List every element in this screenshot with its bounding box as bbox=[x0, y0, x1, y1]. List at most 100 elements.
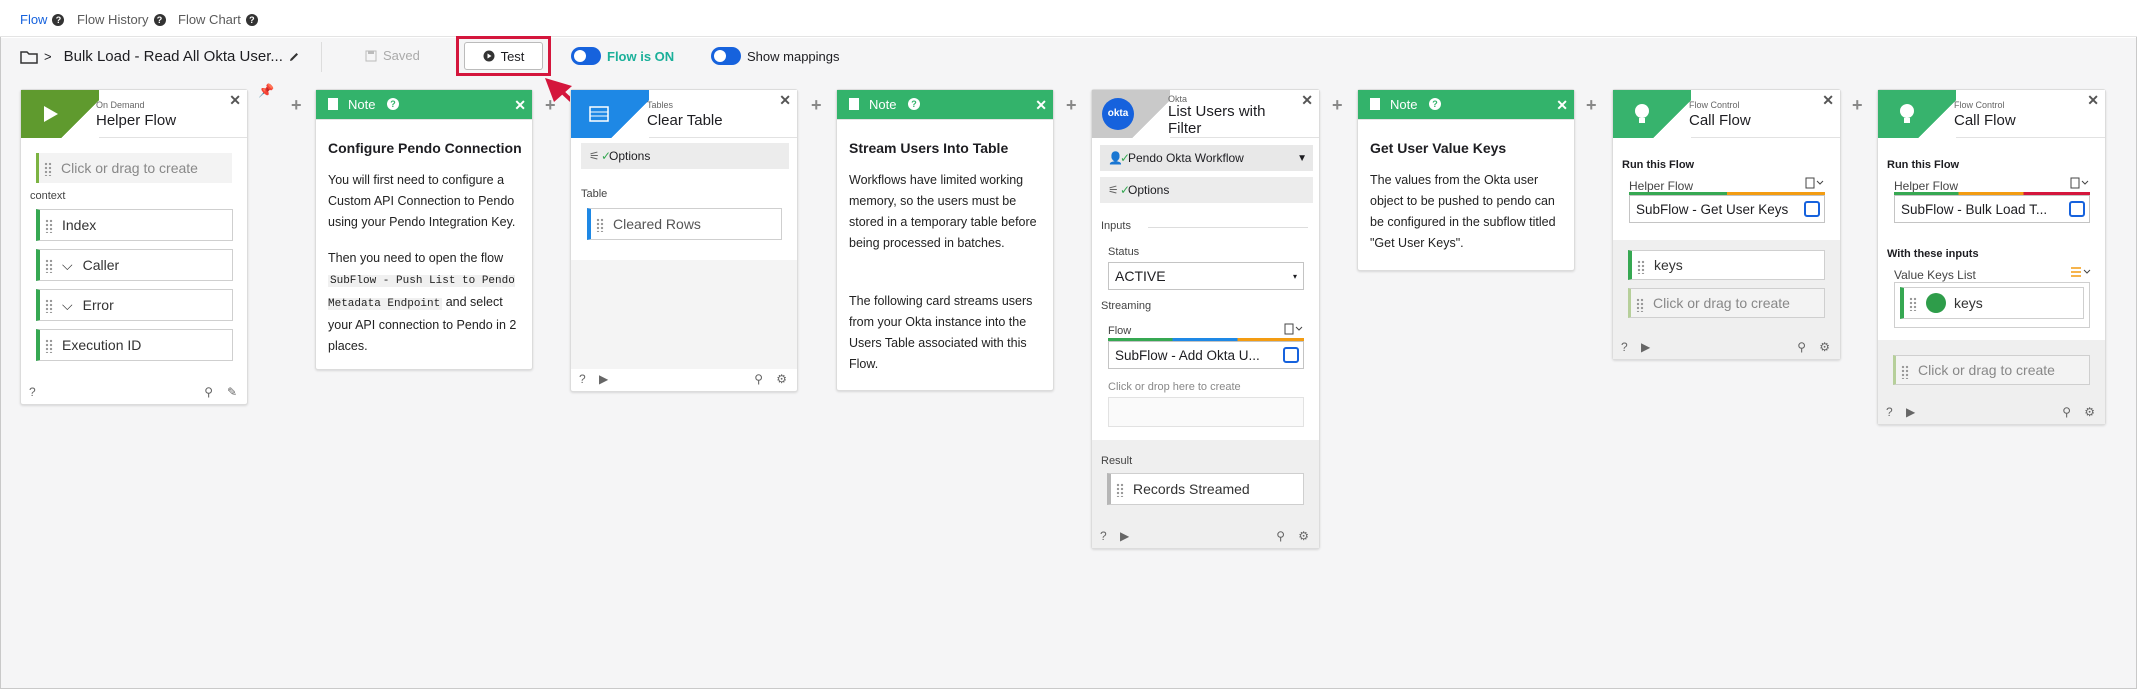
field-records-streamed[interactable]: Records Streamed bbox=[1107, 473, 1304, 505]
flow-select[interactable]: SubFlow - Add Okta U... bbox=[1108, 341, 1304, 369]
close-icon[interactable]: ✕ bbox=[1035, 97, 1047, 114]
add-card-icon[interactable]: + bbox=[545, 95, 556, 116]
helper-flow-select[interactable]: SubFlow - Get User Keys bbox=[1629, 195, 1825, 223]
tab-flow-history[interactable]: Flow History? bbox=[77, 12, 166, 27]
help-icon[interactable]: ? bbox=[908, 98, 920, 110]
connection-row[interactable]: 👤 ✓ Pendo Okta Workflow ▼ bbox=[1100, 145, 1313, 171]
helper-flow-card[interactable]: On Demand Helper Flow ✕ Click or drag to… bbox=[20, 89, 248, 405]
gear-icon[interactable]: ⚙ bbox=[1298, 529, 1309, 543]
okta-list-users-card[interactable]: okta Okta List Users with Filter ✕ 👤 ✓ Pen… bbox=[1091, 89, 1320, 549]
drag-handle-icon[interactable] bbox=[1637, 260, 1645, 274]
drag-handle-icon[interactable] bbox=[45, 339, 53, 353]
play-icon[interactable]: ▶ bbox=[1120, 529, 1129, 543]
status-select[interactable]: ACTIVE ▾ bbox=[1108, 262, 1304, 290]
drop-zone[interactable] bbox=[1108, 397, 1304, 427]
field-index[interactable]: Index bbox=[36, 209, 233, 241]
drag-handle-icon[interactable] bbox=[1636, 298, 1644, 312]
drag-handle-icon[interactable] bbox=[1116, 483, 1124, 497]
drag-handle-icon[interactable] bbox=[45, 259, 53, 273]
pin-icon[interactable]: 📌 bbox=[258, 83, 274, 99]
flow-name[interactable]: Bulk Load - Read All Okta User... bbox=[64, 48, 283, 65]
add-card-icon[interactable]: + bbox=[1332, 95, 1343, 116]
field-error[interactable]: ⌵ Error bbox=[36, 289, 233, 321]
add-card-icon[interactable]: + bbox=[1066, 95, 1077, 116]
play-icon[interactable]: ▶ bbox=[599, 372, 608, 386]
drag-handle-icon[interactable] bbox=[1909, 297, 1917, 311]
pencil-icon[interactable]: ✎ bbox=[227, 385, 237, 399]
external-link-icon[interactable] bbox=[1283, 347, 1299, 363]
add-card-icon[interactable]: + bbox=[1852, 95, 1863, 116]
toggle-switch[interactable] bbox=[571, 47, 601, 65]
flow-on-toggle[interactable]: Flow is ON bbox=[571, 47, 674, 65]
external-link-icon[interactable] bbox=[1804, 201, 1820, 217]
clipboard-dropdown-icon[interactable] bbox=[2070, 177, 2090, 189]
add-card-icon[interactable]: + bbox=[811, 95, 822, 116]
chevron-down-icon[interactable]: ▾ bbox=[1293, 272, 1297, 281]
play-icon[interactable]: ▶ bbox=[1906, 405, 1915, 419]
gear-icon[interactable]: ⚙ bbox=[776, 372, 787, 386]
help-icon[interactable]: ? bbox=[579, 372, 586, 386]
gear-icon[interactable]: ⚙ bbox=[1819, 340, 1830, 354]
chevron-down-icon[interactable]: ⌵ bbox=[62, 257, 73, 274]
chevron-down-icon[interactable]: ⌵ bbox=[62, 297, 73, 314]
help-icon[interactable]: ? bbox=[1100, 529, 1107, 543]
play-icon[interactable]: ▶ bbox=[1641, 340, 1650, 354]
create-placeholder[interactable]: Click or drag to create bbox=[1893, 355, 2090, 385]
saved-button[interactable]: Saved bbox=[365, 48, 420, 63]
folder-icon[interactable] bbox=[20, 50, 38, 64]
close-icon[interactable]: ✕ bbox=[229, 92, 241, 109]
drag-handle-icon[interactable] bbox=[1901, 365, 1909, 379]
search-icon[interactable]: ⚲ bbox=[2062, 405, 2071, 419]
search-icon[interactable]: ⚲ bbox=[204, 385, 213, 399]
tab-flow[interactable]: Flow? bbox=[20, 12, 65, 27]
clipboard-dropdown-icon[interactable] bbox=[1805, 177, 1825, 189]
drag-handle-icon[interactable] bbox=[596, 218, 604, 232]
call-flow-card-1[interactable]: Flow Control Call Flow ✕ Run this Flow H… bbox=[1612, 89, 1841, 360]
breadcrumb[interactable]: > Bulk Load - Read All Okta User... bbox=[20, 48, 299, 65]
field-keys[interactable]: keys bbox=[1628, 250, 1825, 280]
close-icon[interactable]: ✕ bbox=[1556, 97, 1568, 114]
field-execution-id[interactable]: Execution ID bbox=[36, 329, 233, 361]
create-placeholder[interactable]: Click or drag to create bbox=[36, 153, 232, 183]
tab-flow-chart[interactable]: Flow Chart? bbox=[178, 12, 258, 27]
clear-table-card[interactable]: Tables Clear Table ✕ ⚟ ✓ Options Table Cle… bbox=[570, 89, 798, 392]
drag-handle-icon[interactable] bbox=[45, 299, 53, 313]
help-icon[interactable]: ? bbox=[387, 98, 399, 110]
help-icon[interactable]: ? bbox=[153, 13, 166, 26]
options-row[interactable]: ⚟ ✓ Options bbox=[581, 143, 789, 169]
show-mappings-toggle[interactable]: Show mappings bbox=[711, 47, 840, 65]
add-card-icon[interactable]: + bbox=[291, 95, 302, 116]
close-icon[interactable]: ✕ bbox=[514, 97, 526, 114]
gear-icon[interactable]: ⚙ bbox=[2084, 405, 2095, 419]
help-icon[interactable]: ? bbox=[1621, 340, 1628, 354]
test-button[interactable]: Test bbox=[464, 42, 543, 70]
help-icon[interactable]: ? bbox=[245, 13, 258, 26]
help-icon[interactable]: ? bbox=[52, 13, 65, 26]
help-icon[interactable]: ? bbox=[1886, 405, 1893, 419]
help-icon[interactable]: ? bbox=[1429, 98, 1441, 110]
note-card-get-user-keys[interactable]: Note ? ✕ Get User Value Keys The values … bbox=[1357, 89, 1575, 271]
field-cleared-rows[interactable]: Cleared Rows bbox=[587, 208, 782, 240]
search-icon[interactable]: ⚲ bbox=[754, 372, 763, 386]
note-card-stream-users[interactable]: Note ? ✕ Stream Users Into Table Workflo… bbox=[836, 89, 1054, 391]
close-icon[interactable]: ✕ bbox=[1822, 92, 1834, 109]
pencil-icon[interactable] bbox=[289, 52, 299, 62]
list-dropdown-icon[interactable] bbox=[2070, 266, 2092, 278]
drag-handle-icon[interactable] bbox=[45, 219, 53, 233]
toggle-switch[interactable] bbox=[711, 47, 741, 65]
add-card-icon[interactable]: + bbox=[1586, 95, 1597, 116]
external-link-icon[interactable] bbox=[2069, 201, 2085, 217]
close-icon[interactable]: ✕ bbox=[1301, 92, 1313, 109]
search-icon[interactable]: ⚲ bbox=[1797, 340, 1806, 354]
search-icon[interactable]: ⚲ bbox=[1276, 529, 1285, 543]
clipboard-dropdown-icon[interactable] bbox=[1284, 323, 1304, 335]
field-caller[interactable]: ⌵ Caller bbox=[36, 249, 233, 281]
helper-flow-select[interactable]: SubFlow - Bulk Load T... bbox=[1894, 195, 2090, 223]
help-icon[interactable]: ? bbox=[29, 385, 36, 399]
options-row[interactable]: ⚟ ✓ Options bbox=[1100, 177, 1313, 203]
chevron-down-icon[interactable]: ▼ bbox=[1297, 153, 1307, 164]
note-card-configure-pendo[interactable]: Note ? ✕ Configure Pendo Connection You … bbox=[315, 89, 533, 370]
field-keys-input[interactable]: keys bbox=[1900, 287, 2084, 319]
close-icon[interactable]: ✕ bbox=[2087, 92, 2099, 109]
create-placeholder[interactable]: Click or drag to create bbox=[1628, 288, 1825, 318]
